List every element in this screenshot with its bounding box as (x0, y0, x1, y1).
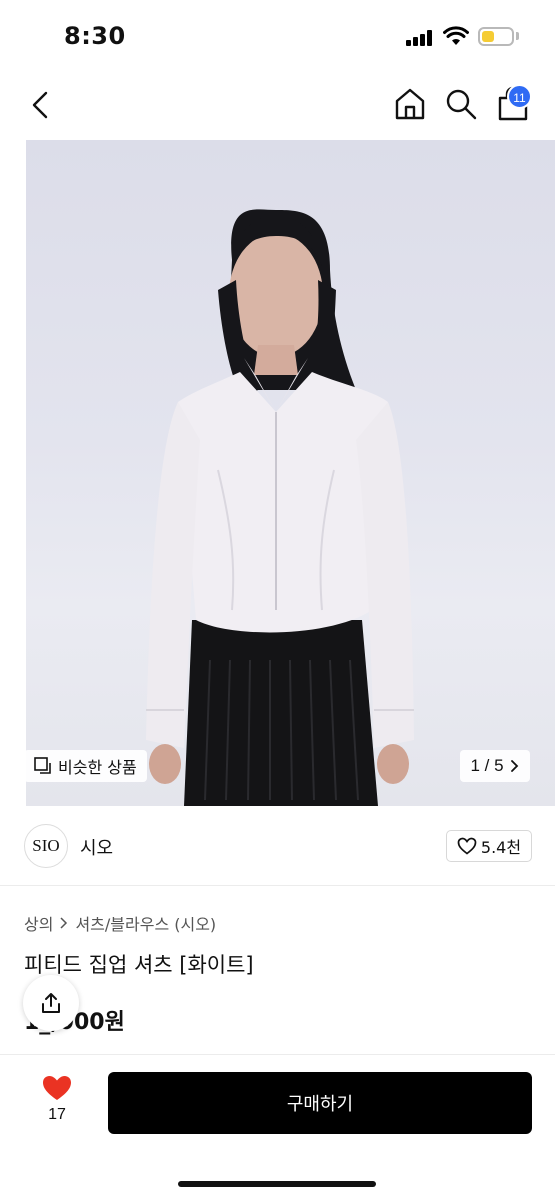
shop-name[interactable]: 시오 (80, 834, 113, 860)
back-icon[interactable] (24, 88, 58, 122)
nav-bar (0, 72, 555, 136)
status-time: 8:30 (64, 22, 126, 50)
home-indicator (178, 1181, 376, 1187)
breadcrumb: 상의 셔츠/블라우스 (시오) (24, 911, 216, 935)
home-icon[interactable] (392, 86, 428, 122)
cellular-signal-icon (406, 30, 434, 46)
similar-products-button[interactable]: 비슷한 상품 (24, 750, 147, 782)
search-icon[interactable] (443, 86, 479, 122)
image-pager-button[interactable]: 1 / 5 (460, 750, 530, 782)
similar-products-label: 비슷한 상품 (58, 758, 137, 777)
heart-outline-icon (457, 837, 477, 855)
heart-filled-icon (43, 1076, 71, 1100)
shop-like-count: 5.4천 (480, 838, 522, 857)
model-photo (146, 209, 414, 806)
buy-button[interactable]: 구매하기 (108, 1072, 532, 1134)
battery-nub (516, 32, 519, 40)
shop-row[interactable]: SIO 시오 5.4천 (0, 806, 555, 886)
status-bar: 8:30 (0, 0, 555, 70)
copy-icon (34, 757, 51, 774)
wishlist-button[interactable]: 17 (34, 1074, 80, 1132)
shop-like-button[interactable]: 5.4천 (446, 830, 532, 862)
share-button[interactable] (23, 975, 79, 1031)
chevron-right-icon (510, 760, 518, 772)
share-icon (42, 993, 60, 1013)
breadcrumb-subcategory[interactable]: 셔츠/블라우스 (시오) (75, 911, 216, 935)
product-title: 피티드 집업 셔츠 [화이트] (24, 953, 254, 977)
battery-icon (478, 27, 514, 46)
shop-logo[interactable]: SIO (24, 824, 68, 868)
breadcrumb-category[interactable]: 상의 (24, 911, 53, 935)
cart-count-badge: 11 (507, 84, 532, 109)
wishlist-count: 17 (48, 1106, 66, 1123)
chevron-right-icon (60, 917, 68, 929)
product-image[interactable] (0, 140, 555, 806)
wifi-icon (443, 26, 469, 45)
image-pager-label: 1 / 5 (470, 756, 504, 775)
